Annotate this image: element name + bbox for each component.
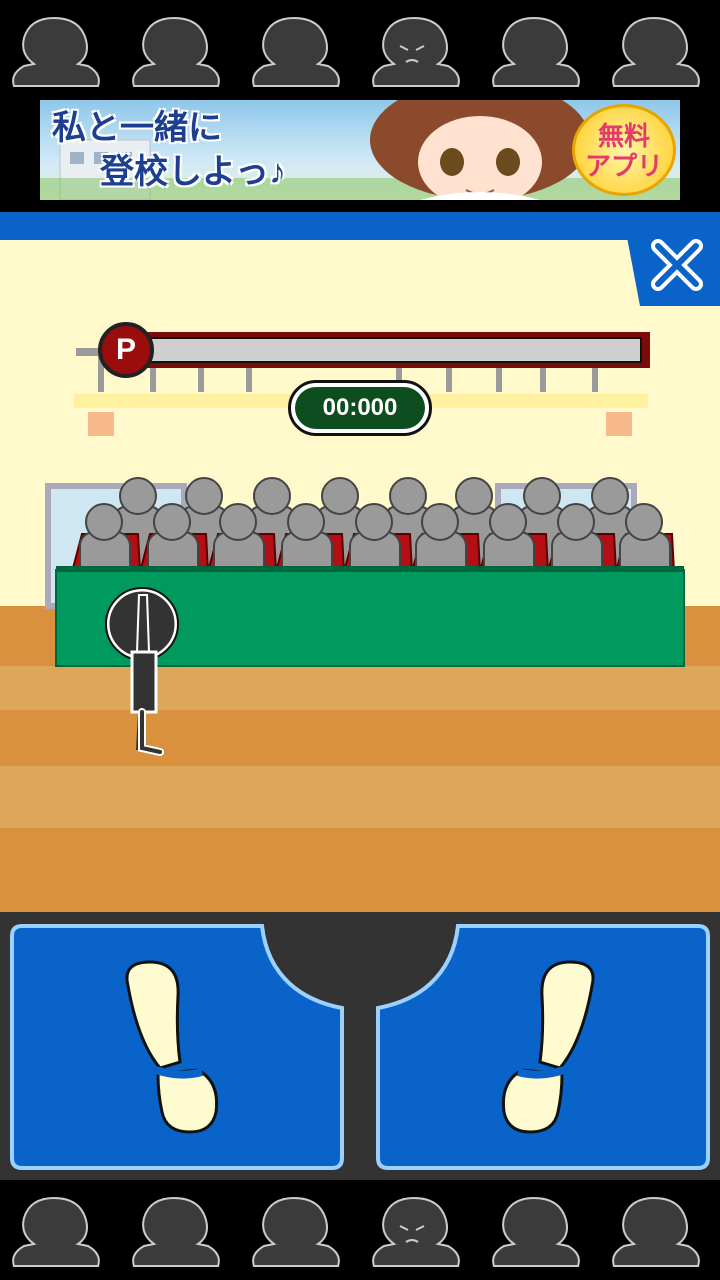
bowing-person-icon [612,1196,700,1267]
power-meter-track [144,332,650,368]
bowing-person-icon [252,16,340,87]
bowing-person-icon [612,16,700,87]
bowing-person-icon [492,1196,580,1267]
bottom-decoration-strip [0,1180,720,1280]
bowing-person-icon [12,1196,100,1267]
power-label-badge[interactable]: P [98,322,154,378]
bowing-person-icon [132,1196,220,1267]
bowing-person-icon [372,1196,460,1267]
power-meter: P [98,322,650,378]
ad-headline-line2: 登校しよっ♪ [100,153,286,191]
left-step-button-shape [10,924,344,1170]
stage-scene [0,348,720,912]
bowing-person-icon [132,16,220,87]
bowing-person-icon [492,16,580,87]
game-top-bar [0,212,720,240]
left-step-button[interactable] [10,922,350,1177]
ad-badge-line2: アプリ [584,151,663,181]
controls-panel [0,912,720,1180]
ad-headline-line1: 私と一緒に [52,109,222,147]
ad-free-app-badge: 無料 アプリ [572,104,676,196]
bowing-person-icon [372,16,460,87]
timer-value: 00:000 [295,387,425,429]
ad-banner[interactable]: 私と一緒に 登校しよっ♪ 無料 アプリ [40,100,680,200]
close-button[interactable] [626,232,720,306]
ad-headline: 私と一緒に 登校しよっ♪ [52,106,352,194]
close-icon [626,232,720,306]
bowing-figures-row-bottom [12,1196,700,1267]
bowing-person-icon [252,1196,340,1267]
top-decoration-strip [0,0,720,100]
right-step-button[interactable] [370,922,710,1177]
ad-badge-line1: 無料 [597,121,650,151]
game-stage: P 00:000 [0,212,720,912]
right-step-button-shape [376,924,710,1170]
timer: 00:000 [288,380,432,436]
bowing-person-icon [12,16,100,87]
power-meter-gauge [150,337,642,363]
bowing-figures-row-top [12,16,700,87]
